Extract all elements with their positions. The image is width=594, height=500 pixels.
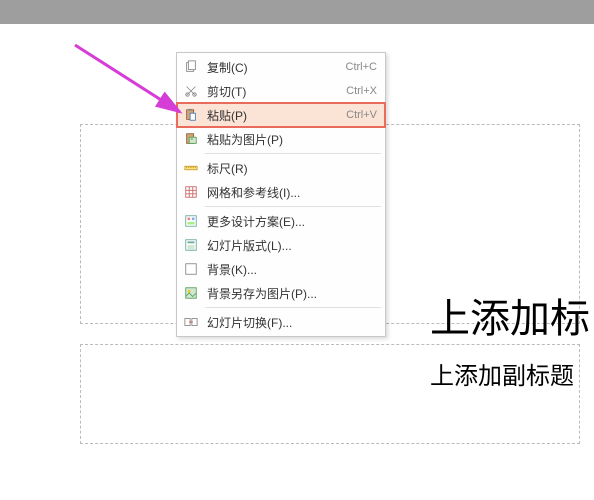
slide-title-text[interactable]: 上添加标 [430,286,590,344]
menu-separator [205,206,381,207]
ruler-icon [181,160,201,176]
menu-separator [205,153,381,154]
menu-label: 剪切(T) [201,83,346,100]
layout-icon [181,237,201,253]
menu-item-slide-transition[interactable]: 幻灯片切换(F)... [177,310,385,334]
menu-shortcut: Ctrl+V [346,109,377,121]
menu-item-ruler[interactable]: 标尺(R) [177,156,385,180]
menu-item-more-design[interactable]: 更多设计方案(E)... [177,209,385,233]
copy-icon [181,59,201,75]
menu-label: 复制(C) [201,59,346,76]
menu-separator [205,307,381,308]
slide-subtitle-text[interactable]: 上添加副标题 [430,356,574,391]
menu-item-cut[interactable]: 剪切(T) Ctrl+X [177,79,385,103]
grid-icon [181,184,201,200]
menu-label: 背景(K)... [201,261,377,278]
menu-shortcut: Ctrl+X [346,85,377,97]
app-topbar [0,0,594,24]
menu-label: 幻灯片版式(L)... [201,237,377,254]
context-menu: 复制(C) Ctrl+C 剪切(T) Ctrl+X 粘贴(P) Ctrl+V 粘… [176,52,386,337]
menu-item-save-bg-as-pic[interactable]: 背景另存为图片(P)... [177,281,385,305]
menu-item-paste-as-pic[interactable]: 粘贴为图片(P) [177,127,385,151]
background-icon [181,261,201,277]
scissors-icon [181,83,201,99]
menu-label: 背景另存为图片(P)... [201,285,377,302]
menu-item-copy[interactable]: 复制(C) Ctrl+C [177,55,385,79]
menu-item-slide-layout[interactable]: 幻灯片版式(L)... [177,233,385,257]
menu-label: 更多设计方案(E)... [201,213,377,230]
menu-label: 标尺(R) [201,160,377,177]
transition-icon [181,314,201,330]
menu-item-background[interactable]: 背景(K)... [177,257,385,281]
menu-item-grid-guides[interactable]: 网格和参考线(I)... [177,180,385,204]
menu-label: 粘贴为图片(P) [201,131,377,148]
paste-image-icon [181,131,201,147]
menu-shortcut: Ctrl+C [346,61,377,73]
paste-icon [181,107,201,123]
save-image-icon [181,285,201,301]
menu-label: 网格和参考线(I)... [201,184,377,201]
design-icon [181,213,201,229]
menu-item-paste[interactable]: 粘贴(P) Ctrl+V [177,103,385,127]
menu-label: 幻灯片切换(F)... [201,314,377,331]
menu-label: 粘贴(P) [201,107,346,124]
